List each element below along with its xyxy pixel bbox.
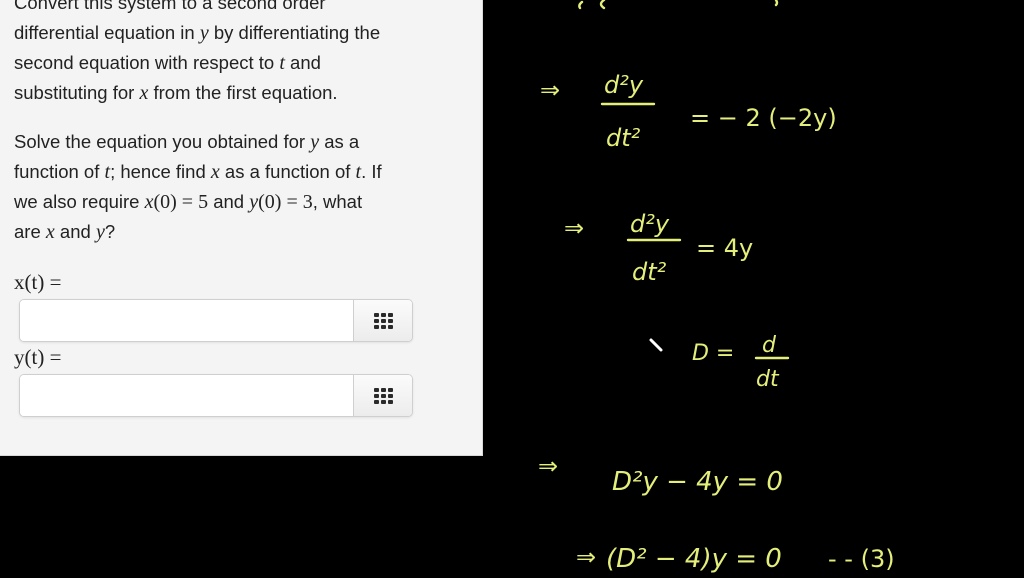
math-var: x [45, 221, 55, 243]
answer-input-x[interactable] [20, 300, 353, 341]
fraction-numerator: d²y [604, 71, 644, 99]
question-panel: Convert this system to a second order di… [0, 0, 483, 456]
equation-number: - - (3) [828, 545, 895, 573]
initial-condition-x: (0) = 5 [153, 191, 209, 213]
answer-input-y[interactable] [20, 375, 353, 416]
keypad-grid-icon [373, 312, 393, 329]
text: second equation with respect to [14, 52, 280, 73]
math-var: y [310, 131, 320, 153]
implies-symbol: ⇒ [564, 214, 584, 242]
equation-rhs: = − 2 (−2y) [690, 104, 837, 132]
fraction-denominator: dt² [632, 258, 667, 286]
text: as a [319, 131, 360, 152]
text-line: Convert this system to a second order [14, 0, 326, 13]
implies-symbol: ⇒ [540, 76, 560, 104]
math-keypad-button-x[interactable] [353, 300, 412, 341]
fraction-numerator: d²y [630, 210, 670, 238]
fraction-denominator: dt [756, 367, 780, 392]
pen-cursor-icon [649, 338, 663, 352]
implies-symbol: ⇒ [538, 452, 558, 480]
math-var: y [95, 221, 105, 243]
equation-rhs: = 4y [696, 234, 753, 262]
text: substituting for [14, 82, 140, 103]
answer-field-x [19, 299, 413, 342]
answer-field-y [19, 374, 413, 417]
keypad-grid-icon [373, 387, 393, 404]
text: by differentiating the [208, 22, 381, 43]
instruction-paragraph-1: Convert this system to a second order di… [14, 0, 469, 108]
operator-definition: D = [692, 341, 734, 366]
implies-symbol: ⇒ [576, 543, 596, 571]
text: ; hence find [110, 161, 211, 182]
text: and [54, 221, 96, 242]
ink-remnant [578, 0, 779, 10]
math-keypad-button-y[interactable] [353, 375, 412, 416]
text: . If [361, 161, 382, 182]
math-var: y [199, 22, 209, 44]
text: and [208, 191, 250, 212]
fraction-denominator: dt² [606, 124, 641, 152]
text: ? [104, 221, 116, 242]
factored-equation: (D² − 4)y = 0 [606, 544, 782, 574]
math-var: x [210, 161, 220, 183]
handwritten-solution: ⇒ d²y dt² = − 2 (−2y) ⇒ d²y dt² = 4y D =… [538, 0, 895, 574]
text: from the first equation. [148, 82, 338, 103]
answer-label-x: x(t) = [14, 270, 62, 294]
initial-condition-y: (0) = 3 [258, 191, 313, 213]
text: Solve the equation you obtained for [14, 131, 311, 152]
characteristic-equation: D²y − 4y = 0 [612, 467, 783, 497]
math-var: y [249, 191, 259, 213]
answer-label-y: y(t) = [14, 345, 62, 369]
math-var: x [139, 82, 149, 104]
instruction-paragraph-2: Solve the equation you obtained for y as… [14, 127, 469, 247]
text: as a function of [219, 161, 356, 182]
text: , what [312, 191, 363, 212]
text: and [284, 52, 321, 73]
text: function of [14, 161, 105, 182]
fraction-numerator: d [762, 333, 777, 358]
text: we also require [14, 191, 145, 212]
text: differential equation in [14, 22, 200, 43]
whiteboard: ⇒ d²y dt² = − 2 (−2y) ⇒ d²y dt² = 4y D =… [484, 0, 1024, 578]
text: are [14, 221, 46, 242]
